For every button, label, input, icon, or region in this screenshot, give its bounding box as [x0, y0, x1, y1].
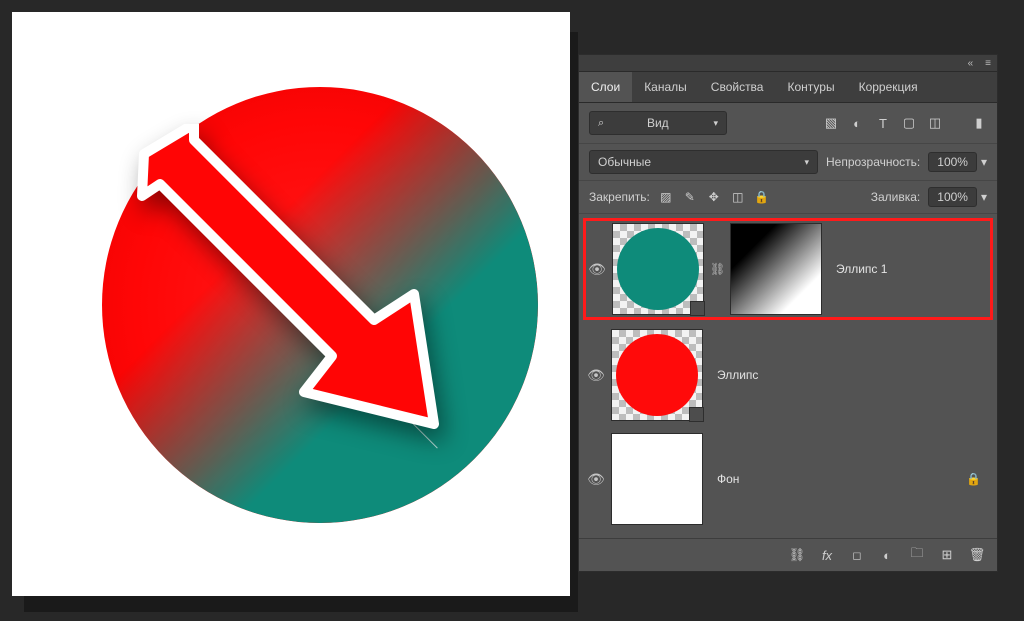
- opacity-label: Непрозрачность:: [826, 155, 920, 169]
- blend-mode-value: Обычные: [598, 155, 651, 169]
- gradient-start-marker[interactable]: +: [144, 166, 152, 182]
- filter-toggle-icon[interactable]: ▮: [971, 115, 987, 131]
- adjustment-layer-icon[interactable]: ◐: [879, 547, 895, 563]
- lock-artboard-icon[interactable]: ◫: [730, 189, 746, 205]
- opacity-control[interactable]: 100% ▾: [928, 152, 987, 172]
- chevron-down-icon: ▾: [713, 118, 718, 129]
- visibility-eye-icon[interactable]: 👁: [587, 367, 605, 384]
- filter-type-icon[interactable]: T: [875, 115, 891, 131]
- lock-all-icon[interactable]: 🔒: [754, 189, 770, 205]
- thumbnail-badge-icon: [689, 407, 704, 422]
- tab-layers[interactable]: Слои: [579, 72, 632, 102]
- layer-row-ellipse-1[interactable]: 👁 ⛓ Эллипс 1: [583, 218, 993, 320]
- thumbnail-badge-icon: [690, 301, 705, 316]
- fill-control[interactable]: 100% ▾: [928, 187, 987, 207]
- layer-name[interactable]: Эллипс: [717, 368, 758, 382]
- add-mask-icon[interactable]: ◻: [849, 547, 865, 563]
- thumbnail-shape: [617, 228, 699, 310]
- fill-value: 100%: [928, 187, 977, 207]
- layer-thumbnail[interactable]: [611, 329, 703, 421]
- filter-image-icon[interactable]: ▧: [823, 115, 839, 131]
- lock-brush-icon[interactable]: ✎: [682, 189, 698, 205]
- blend-mode-select[interactable]: Обычные ▾: [589, 150, 818, 174]
- panel-menu-icon[interactable]: ≡: [979, 58, 997, 69]
- lock-pixels-icon[interactable]: ▨: [658, 189, 674, 205]
- mask-link-icon[interactable]: ⛓: [710, 262, 724, 276]
- layer-name[interactable]: Эллипс 1: [836, 262, 887, 276]
- collapse-icon[interactable]: «: [962, 58, 980, 69]
- layer-row-ellipse[interactable]: 👁 Эллипс: [583, 326, 993, 424]
- layer-name[interactable]: Фон: [717, 472, 739, 486]
- workspace: + « ≡ Слои Каналы Свойства Контуры Корре…: [0, 0, 1024, 621]
- filter-adjust-icon[interactable]: ◐: [849, 115, 865, 131]
- search-icon: ⌕: [598, 117, 604, 130]
- filter-smart-icon[interactable]: ◫: [927, 115, 943, 131]
- layer-row-background[interactable]: 👁 Фон 🔒: [583, 430, 993, 528]
- layers-list: 👁 ⛓ Эллипс 1 👁 Эллипс 👁: [579, 214, 997, 538]
- tab-channels[interactable]: Каналы: [632, 72, 699, 102]
- lock-fill-row: Закрепить: ▨ ✎ ✥ ◫ 🔒 Заливка: 100% ▾: [579, 181, 997, 214]
- filter-shape-icon[interactable]: ▢: [901, 115, 917, 131]
- visibility-eye-icon[interactable]: 👁: [588, 261, 606, 278]
- layer-thumbnail[interactable]: [612, 223, 704, 315]
- chevron-down-icon: ▾: [804, 157, 809, 168]
- chevron-down-icon: ▾: [981, 155, 987, 169]
- lock-label: Закрепить:: [589, 190, 650, 204]
- layer-fx-icon[interactable]: fx: [819, 547, 835, 563]
- delete-layer-icon[interactable]: 🗑: [969, 547, 985, 563]
- panel-footer: ⛓ fx ◻ ◐ 🗀 ⊞ 🗑: [579, 538, 997, 571]
- layer-thumbnail[interactable]: [611, 433, 703, 525]
- layer-mask-thumbnail[interactable]: [730, 223, 822, 315]
- new-group-icon[interactable]: 🗀: [909, 547, 925, 563]
- filter-row: ⌕ Вид ▾ ▧ ◐ T ▢ ◫ ▮: [579, 103, 997, 144]
- new-layer-icon[interactable]: ⊞: [939, 547, 955, 563]
- layer-filter-select[interactable]: ⌕ Вид ▾: [589, 111, 727, 135]
- link-layers-icon[interactable]: ⛓: [789, 547, 805, 563]
- tab-paths[interactable]: Контуры: [775, 72, 846, 102]
- tab-adjust[interactable]: Коррекция: [847, 72, 930, 102]
- chevron-down-icon: ▾: [981, 190, 987, 204]
- canvas-teal-circle: [102, 87, 538, 523]
- panel-titlebar: « ≡: [579, 55, 997, 72]
- layers-panel: « ≡ Слои Каналы Свойства Контуры Коррекц…: [578, 54, 998, 572]
- lock-position-icon[interactable]: ✥: [706, 189, 722, 205]
- thumbnail-shape: [616, 334, 698, 416]
- blend-opacity-row: Обычные ▾ Непрозрачность: 100% ▾: [579, 144, 997, 181]
- layer-filter-label: Вид: [647, 116, 669, 130]
- tab-properties[interactable]: Свойства: [699, 72, 776, 102]
- visibility-eye-icon[interactable]: 👁: [587, 471, 605, 488]
- fill-label: Заливка:: [871, 190, 921, 204]
- opacity-value: 100%: [928, 152, 977, 172]
- panel-tabs: Слои Каналы Свойства Контуры Коррекция: [579, 72, 997, 103]
- filter-icon-row: ▧ ◐ T ▢ ◫ ▮: [823, 115, 987, 131]
- lock-icon[interactable]: 🔒: [966, 472, 981, 486]
- document-canvas[interactable]: +: [12, 12, 570, 596]
